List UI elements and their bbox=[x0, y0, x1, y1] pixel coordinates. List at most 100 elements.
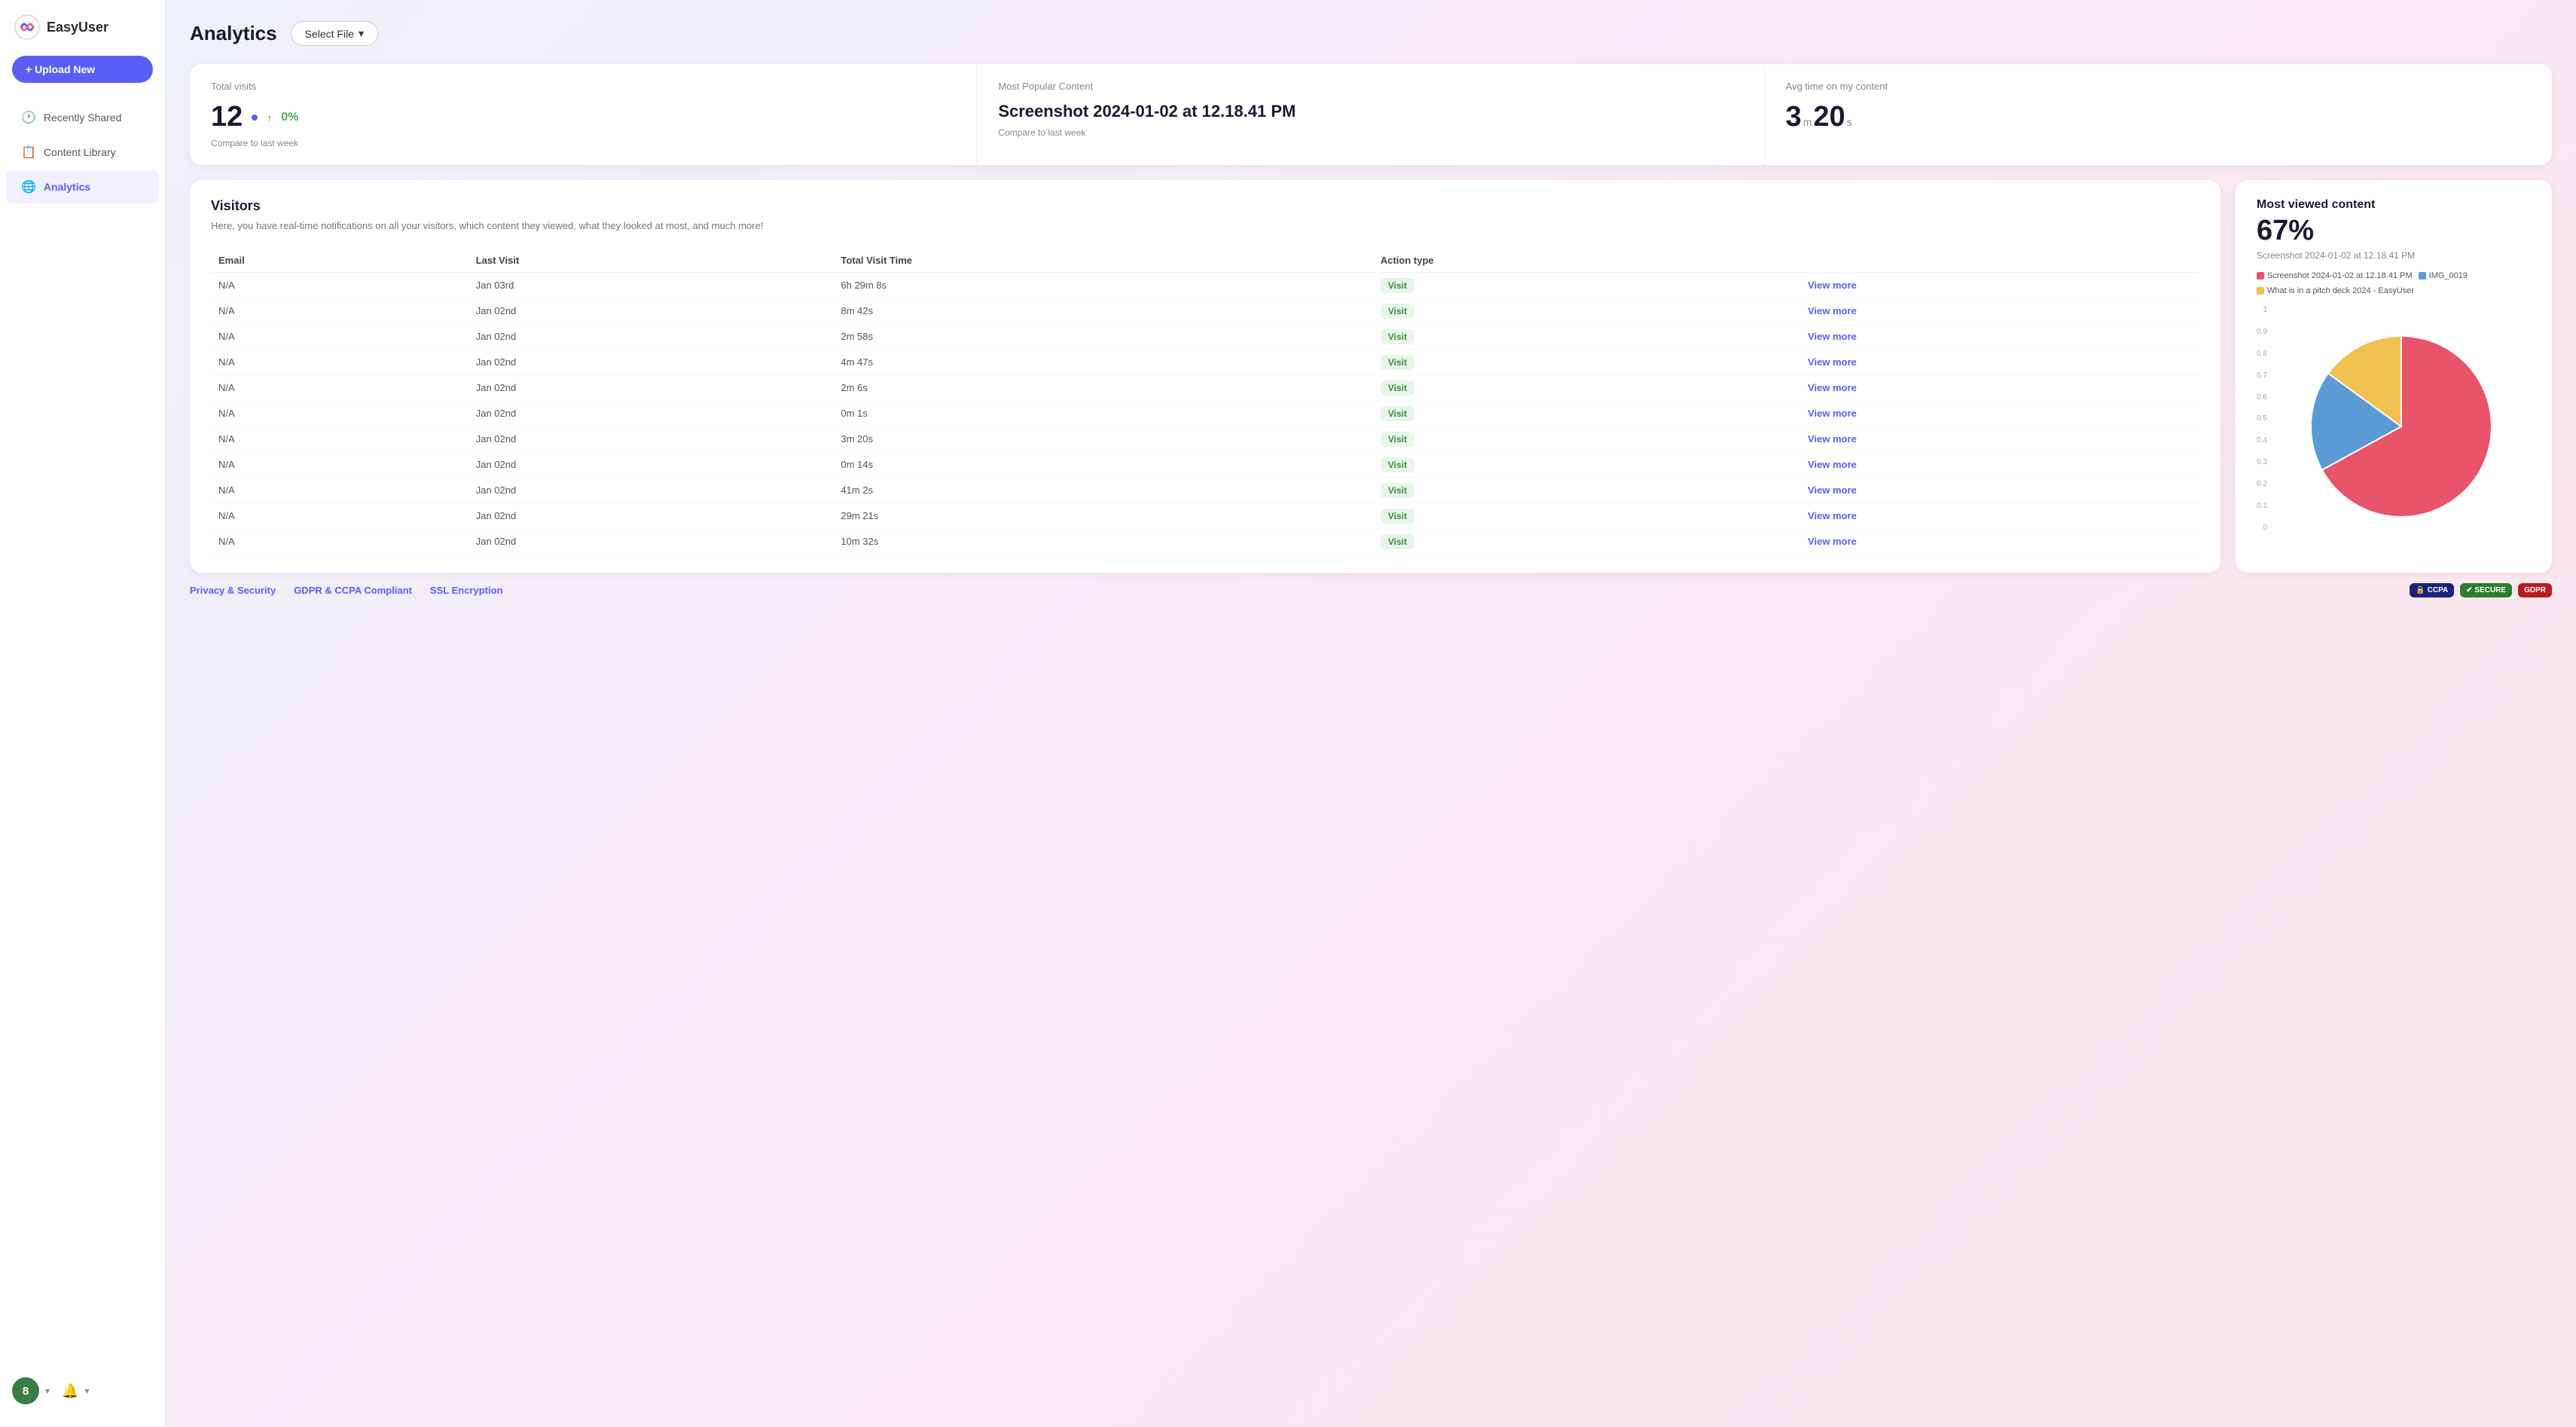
bottom-section: Visitors Here, you have real-time notifi… bbox=[190, 180, 2552, 573]
visit-badge: Visit bbox=[1381, 329, 1415, 344]
cell-view-more[interactable]: View more bbox=[1800, 426, 2199, 451]
cell-last-visit: Jan 02nd bbox=[469, 374, 834, 400]
sidebar-item-recently-shared[interactable]: 🕐 Recently Shared bbox=[6, 101, 159, 134]
y-axis-label: 0.5 bbox=[2257, 414, 2267, 423]
footer: Privacy & Security GDPR & CCPA Compliant… bbox=[190, 573, 2552, 597]
view-more-link[interactable]: View more bbox=[1808, 484, 1857, 496]
cell-view-more[interactable]: View more bbox=[1800, 374, 2199, 400]
table-row: N/A Jan 02nd 2m 6s Visit View more bbox=[211, 374, 2199, 400]
cell-total-time: 2m 58s bbox=[833, 323, 1372, 349]
y-axis-label: 0.2 bbox=[2257, 480, 2267, 488]
cell-total-time: 3m 20s bbox=[833, 426, 1372, 451]
cell-total-time: 41m 2s bbox=[833, 477, 1372, 503]
view-more-link[interactable]: View more bbox=[1808, 331, 1857, 342]
cell-action: Visit bbox=[1373, 349, 1800, 374]
cell-view-more[interactable]: View more bbox=[1800, 349, 2199, 374]
cell-action: Visit bbox=[1373, 528, 1800, 554]
cell-email: N/A bbox=[211, 528, 469, 554]
total-visits-compare: Compare to last week bbox=[211, 138, 955, 148]
pie-svg bbox=[2296, 321, 2507, 532]
view-more-link[interactable]: View more bbox=[1808, 382, 1857, 393]
legend-item: IMG_0019 bbox=[2419, 271, 2468, 280]
sidebar-item-analytics[interactable]: 🌐 Analytics bbox=[6, 170, 159, 203]
content-library-label: Content Library bbox=[44, 146, 116, 158]
avatar[interactable]: 8 bbox=[12, 1377, 39, 1404]
legend-dot bbox=[2419, 272, 2426, 280]
cell-email: N/A bbox=[211, 477, 469, 503]
gdpr-link[interactable]: GDPR & CCPA Compliant bbox=[294, 585, 412, 596]
col-action-type: Action type bbox=[1373, 249, 1800, 273]
sidebar-bottom: 8 ▾ 🔔 ▾ bbox=[0, 1368, 165, 1413]
cell-last-visit: Jan 02nd bbox=[469, 323, 834, 349]
sidebar-item-content-library[interactable]: 📋 Content Library bbox=[6, 136, 159, 169]
cell-view-more[interactable]: View more bbox=[1800, 451, 2199, 477]
privacy-link[interactable]: Privacy & Security bbox=[190, 585, 276, 596]
cell-email: N/A bbox=[211, 503, 469, 528]
cell-view-more[interactable]: View more bbox=[1800, 477, 2199, 503]
visit-badge: Visit bbox=[1381, 355, 1415, 370]
table-row: N/A Jan 02nd 0m 1s Visit View more bbox=[211, 400, 2199, 426]
cell-action: Visit bbox=[1373, 451, 1800, 477]
cell-email: N/A bbox=[211, 298, 469, 323]
visit-badge: Visit bbox=[1381, 534, 1415, 549]
view-more-link[interactable]: View more bbox=[1808, 356, 1857, 368]
pie-chart bbox=[2272, 306, 2531, 547]
bell-icon[interactable]: 🔔 bbox=[62, 1383, 78, 1399]
cell-action: Visit bbox=[1373, 272, 1800, 298]
cell-last-visit: Jan 03rd bbox=[469, 272, 834, 298]
visit-badge: Visit bbox=[1381, 457, 1415, 472]
table-row: N/A Jan 03rd 6h 29m 8s Visit View more bbox=[211, 272, 2199, 298]
visit-badge: Visit bbox=[1381, 432, 1415, 447]
view-more-link[interactable]: View more bbox=[1808, 280, 1857, 291]
cell-email: N/A bbox=[211, 374, 469, 400]
analytics-icon: 🌐 bbox=[21, 179, 36, 194]
cell-view-more[interactable]: View more bbox=[1800, 503, 2199, 528]
cell-total-time: 0m 14s bbox=[833, 451, 1372, 477]
select-file-button[interactable]: Select File ▾ bbox=[291, 21, 378, 46]
analytics-label: Analytics bbox=[44, 181, 90, 193]
upload-new-button[interactable]: + Upload New bbox=[12, 56, 153, 83]
table-row: N/A Jan 02nd 41m 2s Visit View more bbox=[211, 477, 2199, 503]
view-more-link[interactable]: View more bbox=[1808, 305, 1857, 316]
y-axis-label: 0.8 bbox=[2257, 350, 2267, 358]
logo-icon bbox=[14, 14, 41, 41]
cell-total-time: 4m 47s bbox=[833, 349, 1372, 374]
y-axis-label: 0.9 bbox=[2257, 328, 2267, 336]
chevron-bell-icon: ▾ bbox=[84, 1386, 89, 1396]
visit-badge: Visit bbox=[1381, 406, 1415, 421]
most-popular-label: Most Popular Content bbox=[998, 81, 1742, 92]
view-more-link[interactable]: View more bbox=[1808, 510, 1857, 521]
cell-last-visit: Jan 02nd bbox=[469, 426, 834, 451]
table-row: N/A Jan 02nd 4m 47s Visit View more bbox=[211, 349, 2199, 374]
cell-last-visit: Jan 02nd bbox=[469, 528, 834, 554]
cell-last-visit: Jan 02nd bbox=[469, 298, 834, 323]
cell-view-more[interactable]: View more bbox=[1800, 323, 2199, 349]
legend-label: What is in a pitch deck 2024 - EasyUser bbox=[2267, 286, 2414, 295]
nav-menu: 🕐 Recently Shared 📋 Content Library 🌐 An… bbox=[0, 101, 165, 205]
select-file-label: Select File bbox=[305, 28, 354, 40]
view-more-link[interactable]: View more bbox=[1808, 536, 1857, 547]
cell-total-time: 29m 21s bbox=[833, 503, 1372, 528]
legend-label: Screenshot 2024-01-02 at 12.18.41 PM bbox=[2267, 271, 2413, 280]
legend-item: What is in a pitch deck 2024 - EasyUser bbox=[2257, 286, 2414, 295]
cell-view-more[interactable]: View more bbox=[1800, 272, 2199, 298]
view-more-link[interactable]: View more bbox=[1808, 408, 1857, 419]
cell-view-more[interactable]: View more bbox=[1800, 400, 2199, 426]
view-more-link[interactable]: View more bbox=[1808, 459, 1857, 470]
y-axis-label: 0.6 bbox=[2257, 393, 2267, 402]
view-more-link[interactable]: View more bbox=[1808, 433, 1857, 445]
cell-email: N/A bbox=[211, 426, 469, 451]
cell-view-more[interactable]: View more bbox=[1800, 528, 2199, 554]
trend-up-icon: ↑ bbox=[267, 112, 272, 124]
table-row: N/A Jan 02nd 0m 14s Visit View more bbox=[211, 451, 2199, 477]
cell-last-visit: Jan 02nd bbox=[469, 503, 834, 528]
visit-badge: Visit bbox=[1381, 380, 1415, 396]
cell-view-more[interactable]: View more bbox=[1800, 298, 2199, 323]
cell-email: N/A bbox=[211, 400, 469, 426]
y-axis-label: 0.4 bbox=[2257, 436, 2267, 445]
cell-total-time: 0m 1s bbox=[833, 400, 1372, 426]
y-axis: 10.90.80.70.60.50.40.30.20.10 bbox=[2257, 306, 2272, 532]
ssl-link[interactable]: SSL Encryption bbox=[430, 585, 503, 596]
col-last-visit: Last Visit bbox=[469, 249, 834, 273]
total-visits-card: Total visits 12 ↑ 0% Compare to last wee… bbox=[190, 64, 977, 165]
